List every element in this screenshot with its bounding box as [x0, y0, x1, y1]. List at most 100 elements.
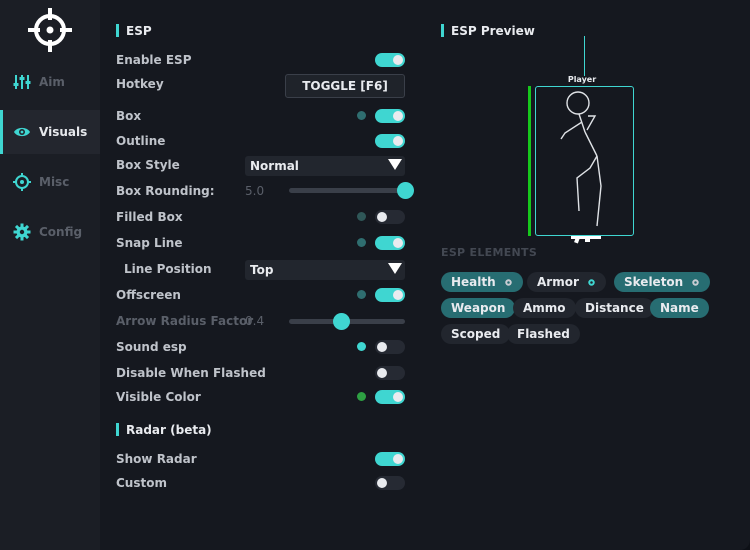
box-rounding-value: 5.0 — [245, 184, 265, 198]
offscreen-toggle[interactable] — [375, 288, 405, 302]
eye-icon — [14, 127, 30, 137]
snap-line-label: Snap Line — [116, 236, 183, 250]
nav-item-aim[interactable]: Aim — [0, 60, 100, 104]
slider-thumb[interactable] — [397, 182, 414, 199]
toggle-knob — [393, 392, 403, 402]
hotkey-label: Hotkey — [116, 77, 164, 91]
chip-label: Scoped — [451, 327, 501, 341]
snap-line-toggle[interactable] — [375, 236, 405, 250]
esp-element-chip-flashed[interactable]: Flashed — [507, 324, 580, 344]
esp-element-chip-weapon[interactable]: Weapon — [441, 298, 516, 318]
sound-esp-color-swatch[interactable] — [357, 342, 366, 351]
outline-label: Outline — [116, 134, 166, 148]
toggle-knob — [377, 212, 387, 222]
visible-color-swatch[interactable] — [357, 392, 366, 401]
snap-line-color-swatch[interactable] — [357, 238, 366, 247]
arrow-radius-slider[interactable] — [289, 313, 405, 330]
box-toggle[interactable] — [375, 109, 405, 123]
box-rounding-label: Box Rounding: — [116, 184, 215, 198]
target-icon — [13, 173, 31, 191]
esp-section-title: ESP — [116, 24, 152, 38]
preview-snapline — [584, 36, 585, 76]
toggle-knob — [393, 55, 403, 65]
chip-label: Name — [660, 301, 699, 315]
radar-section-title: Radar (beta) — [116, 423, 212, 437]
custom-toggle[interactable] — [375, 476, 405, 490]
esp-element-chip-armor[interactable]: Armor — [527, 272, 606, 292]
sliders-icon — [13, 75, 31, 89]
esp-element-chip-distance[interactable]: Distance — [575, 298, 654, 318]
visible-color-toggle[interactable] — [375, 390, 405, 404]
esp-element-chip-skeleton[interactable]: Skeleton — [614, 272, 711, 292]
toggle-knob — [393, 454, 403, 464]
line-position-value: Top — [250, 263, 274, 277]
arrow-radius-value: 0.4 — [245, 314, 265, 328]
arrow-radius-label: Arrow Radius Factor — [116, 314, 254, 328]
toggle-knob — [377, 342, 387, 352]
box-color-swatch[interactable] — [357, 111, 366, 120]
preview-skeleton-icon — [560, 91, 602, 244]
chip-gear-icon[interactable] — [504, 278, 513, 287]
filled-box-label: Filled Box — [116, 210, 183, 224]
box-style-value: Normal — [250, 159, 299, 173]
preview-health-bar — [528, 86, 531, 236]
filled-box-color-swatch[interactable] — [357, 212, 366, 221]
preview-player-name: Player — [567, 75, 597, 84]
offscreen-color-swatch[interactable] — [357, 290, 366, 299]
filled-box-toggle[interactable] — [375, 210, 405, 224]
chip-label: Ammo — [523, 301, 566, 315]
chip-label: Armor — [537, 275, 579, 289]
toggle-knob — [393, 111, 403, 121]
chip-label: Skeleton — [624, 275, 684, 289]
disable-flashed-toggle[interactable] — [375, 366, 405, 380]
enable-esp-label: Enable ESP — [116, 53, 192, 67]
show-radar-toggle[interactable] — [375, 452, 405, 466]
crosshair-logo-icon — [28, 8, 72, 52]
hotkey-button[interactable]: TOGGLE [F6] — [285, 74, 405, 98]
disable-flashed-label: Disable When Flashed — [116, 366, 266, 380]
chip-gear-icon[interactable] — [587, 278, 596, 287]
cheat-menu-window: Aim Visuals Misc Config ESP Enable ESP H… — [0, 0, 750, 550]
esp-element-chip-scoped[interactable]: Scoped — [441, 324, 511, 344]
sidebar: Aim Visuals Misc Config — [0, 0, 100, 550]
line-position-select[interactable]: Top — [245, 260, 405, 280]
esp-element-chip-health[interactable]: Health — [441, 272, 523, 292]
nav-item-misc[interactable]: Misc — [0, 160, 100, 204]
nav-label-config: Config — [39, 225, 83, 239]
dropdown-arrow-icon — [388, 159, 402, 170]
toggle-knob — [377, 478, 387, 488]
chip-label: Health — [451, 275, 496, 289]
box-rounding-slider[interactable] — [289, 182, 414, 199]
chip-gear-icon[interactable] — [691, 278, 700, 287]
box-label: Box — [116, 109, 142, 123]
sound-esp-label: Sound esp — [116, 340, 187, 354]
enable-esp-toggle[interactable] — [375, 53, 405, 67]
box-style-label: Box Style — [116, 158, 180, 172]
show-radar-label: Show Radar — [116, 452, 197, 466]
sound-esp-toggle[interactable] — [375, 340, 405, 354]
slider-thumb[interactable] — [333, 313, 351, 330]
visible-color-label: Visible Color — [116, 390, 201, 404]
chip-label: Distance — [585, 301, 644, 315]
dropdown-arrow-icon — [388, 263, 402, 274]
toggle-knob — [393, 238, 403, 248]
toggle-knob — [393, 290, 403, 300]
box-style-select[interactable]: Normal — [245, 156, 405, 176]
outline-toggle[interactable] — [375, 134, 405, 148]
nav-item-visuals[interactable]: Visuals — [0, 110, 100, 154]
nav-label-visuals: Visuals — [39, 125, 88, 139]
custom-label: Custom — [116, 476, 167, 490]
esp-elements-title: ESP ELEMENTS — [441, 246, 538, 259]
chip-label: Weapon — [451, 301, 506, 315]
gear-icon — [13, 223, 31, 241]
nav-label-misc: Misc — [39, 175, 70, 189]
offscreen-label: Offscreen — [116, 288, 181, 302]
toggle-knob — [393, 136, 403, 146]
chip-label: Flashed — [517, 327, 570, 341]
nav-item-config[interactable]: Config — [0, 210, 100, 254]
line-position-label: Line Position — [124, 262, 212, 276]
nav-label-aim: Aim — [39, 75, 65, 89]
esp-element-chip-name[interactable]: Name — [650, 298, 709, 318]
esp-preview-title: ESP Preview — [441, 24, 535, 38]
esp-element-chip-ammo[interactable]: Ammo — [513, 298, 576, 318]
